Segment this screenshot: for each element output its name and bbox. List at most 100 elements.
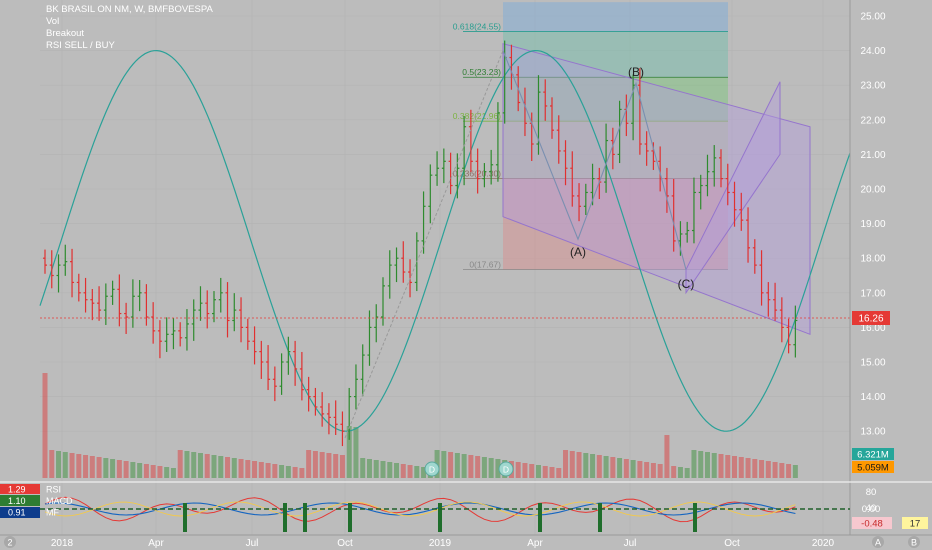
volume-bar xyxy=(711,453,717,478)
volume-bar xyxy=(292,467,298,478)
volume-bar xyxy=(89,456,95,478)
fib-level-label: 0.5(23.23) xyxy=(462,67,501,77)
wave-label-a: (A) xyxy=(570,245,586,259)
volume-bar xyxy=(684,468,690,478)
legend-item-breakout[interactable]: Breakout xyxy=(46,28,213,40)
indicator-negative-value: -0.48 xyxy=(861,519,883,530)
fib-level-label: 0(17.67) xyxy=(469,260,501,270)
volume-bar xyxy=(671,466,677,478)
volume-bar xyxy=(644,462,650,478)
volume-bar xyxy=(285,466,291,478)
volume-bar xyxy=(42,373,48,478)
volume-bar xyxy=(414,466,420,478)
buy-signal-bar xyxy=(303,503,307,532)
volume-bar xyxy=(299,468,305,478)
time-tick-label: Oct xyxy=(337,538,353,549)
volume-bar xyxy=(272,464,278,478)
volume-bar xyxy=(380,461,386,478)
bottom-right-badge-a-label: A xyxy=(875,538,881,548)
volume-bar xyxy=(657,464,663,478)
price-chart[interactable]: 0.618(24.55) 0.5(23.23) 0.382(21.96) 0.236(… xyxy=(0,0,932,550)
macd-value: 1.10 xyxy=(8,496,26,506)
buy-signal-bar xyxy=(348,503,352,532)
volume-bar xyxy=(630,460,636,478)
volume-bar xyxy=(123,461,129,478)
volume-bar xyxy=(576,452,582,478)
bottom-right-badge-b[interactable]: B xyxy=(908,536,920,548)
volume-bar xyxy=(258,462,264,478)
event-marker-2[interactable]: D xyxy=(498,461,514,477)
volume-bar xyxy=(752,459,758,478)
volume-value: 6.321M xyxy=(857,450,889,461)
time-tick-label: 2019 xyxy=(429,538,452,549)
volume-bar xyxy=(116,460,122,478)
volume-bar xyxy=(468,455,474,478)
volume-bar xyxy=(225,457,231,478)
volume-bar xyxy=(677,467,683,478)
legend-symbol[interactable]: BK BRASIL ON NM, W, BMFBOVESPA xyxy=(46,4,213,16)
volume-bar xyxy=(83,455,89,478)
time-tick-label: Oct xyxy=(724,538,740,549)
volume-bar xyxy=(786,464,792,478)
bottom-right-badge-a[interactable]: A xyxy=(872,536,884,548)
volume-bar xyxy=(245,460,251,478)
volume-bar xyxy=(596,455,602,478)
price-tick-label: 19.00 xyxy=(860,219,885,230)
volume-bar xyxy=(360,458,366,478)
volume-bar xyxy=(779,463,785,478)
volume-bar xyxy=(549,467,555,478)
volume-bar xyxy=(535,465,541,478)
time-tick-label: 2018 xyxy=(51,538,74,549)
fib-band xyxy=(503,2,728,32)
volume-bar xyxy=(69,453,75,478)
volume-bar xyxy=(394,463,400,478)
price-tick-label: 14.00 xyxy=(860,392,885,403)
wave-label-c: (C) xyxy=(678,277,695,291)
wave-label-b: (B) xyxy=(628,65,644,79)
rsi-value: 1.29 xyxy=(8,485,26,495)
volume-bar xyxy=(312,451,318,478)
volume-bar xyxy=(698,451,704,478)
time-tick-label: Apr xyxy=(527,538,543,549)
volume-bar xyxy=(62,452,68,478)
buy-signal-bar xyxy=(538,503,542,532)
volume-bar xyxy=(765,461,771,478)
volume-bar xyxy=(691,450,697,478)
event-marker-2-label: D xyxy=(503,465,509,475)
volume-bar xyxy=(238,459,244,478)
volume-bar xyxy=(617,458,623,478)
volume-bar xyxy=(563,450,569,478)
volume-bar xyxy=(252,461,258,478)
volume-bar xyxy=(353,427,359,478)
volume-bar xyxy=(130,462,136,478)
volume-bar xyxy=(603,456,609,478)
volume-bar xyxy=(704,452,710,478)
buy-signal-bar xyxy=(183,503,187,532)
legend-item-vol[interactable]: Vol xyxy=(46,16,213,28)
volume-bar xyxy=(211,455,217,478)
volume-bar xyxy=(319,452,325,478)
macd-label: MACD xyxy=(46,496,73,506)
price-tick-label: 18.00 xyxy=(860,254,885,265)
volume-bar xyxy=(231,458,237,478)
volume-bar xyxy=(110,459,116,478)
legend-item-rsi-sell-buy[interactable]: RSI SELL / BUY xyxy=(46,40,213,52)
fib-level-label: 0.236(20.30) xyxy=(453,169,501,179)
fib-level-label: 0.382(21.96) xyxy=(453,111,501,121)
volume-bar xyxy=(184,451,190,478)
volume-bar xyxy=(515,462,521,478)
time-tick-label: Jul xyxy=(246,538,259,549)
volume-bar xyxy=(745,458,751,478)
volume-bar xyxy=(725,455,731,478)
volume-bar xyxy=(150,465,156,478)
volume-ma-value: 5.059M xyxy=(857,463,889,474)
bottom-left-badge[interactable]: 2 xyxy=(4,536,16,548)
buy-signal-bar xyxy=(693,503,697,532)
volume-bar xyxy=(475,456,481,478)
volume-bar xyxy=(772,462,778,478)
volume-bar xyxy=(49,450,55,478)
event-marker-1[interactable]: D xyxy=(424,461,440,477)
chart-legend[interactable]: BK BRASIL ON NM, W, BMFBOVESPA Vol Break… xyxy=(46,4,213,52)
volume-bar xyxy=(143,464,149,478)
volume-bar xyxy=(103,458,109,478)
